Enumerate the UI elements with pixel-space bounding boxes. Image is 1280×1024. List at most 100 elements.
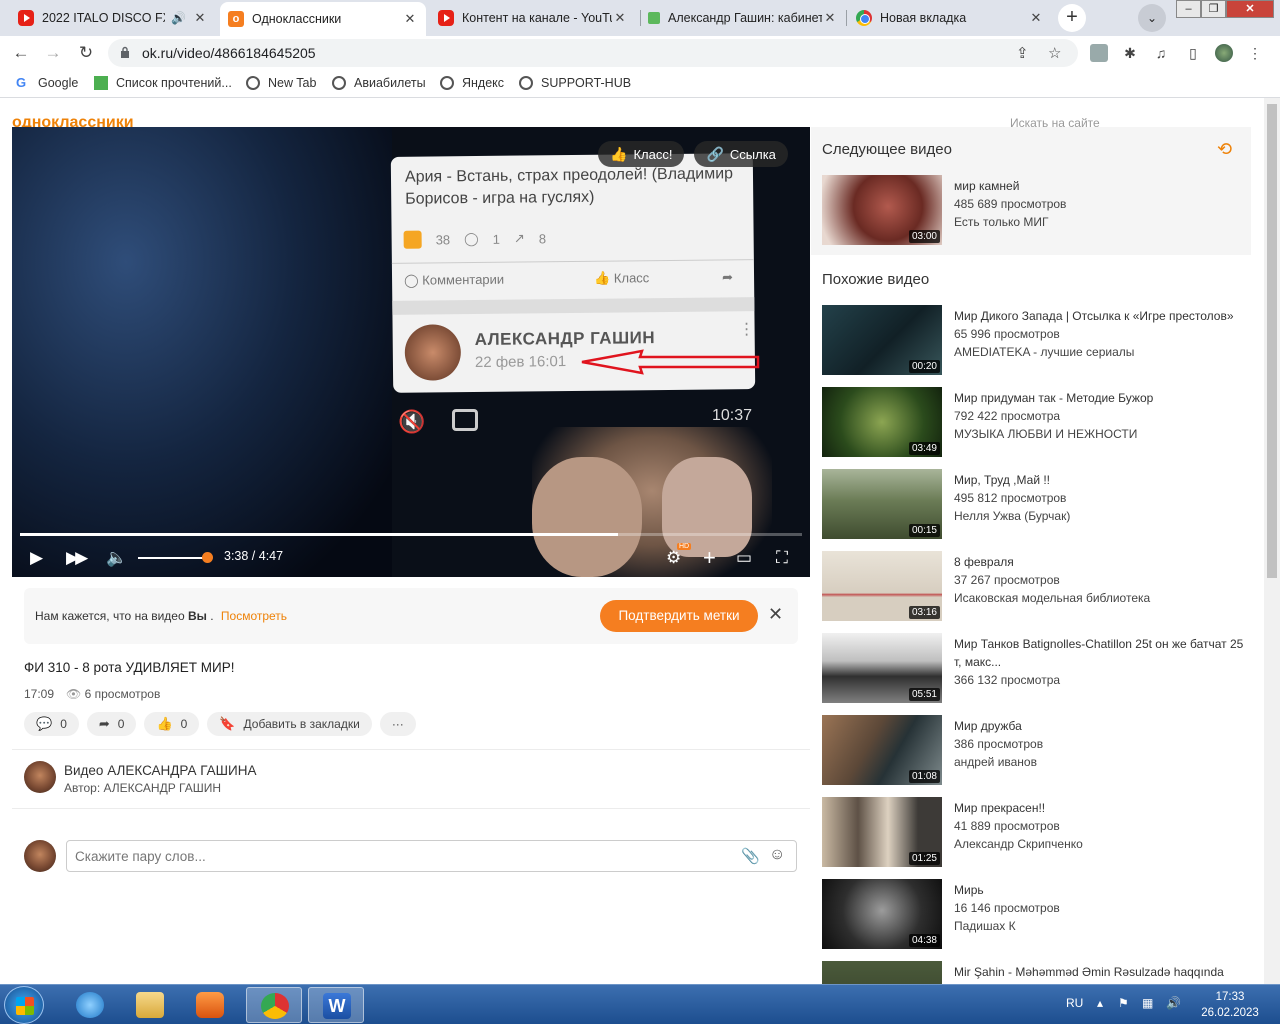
bookmark-button[interactable]: 🔖 Добавить в закладки	[207, 712, 372, 736]
comments-button[interactable]: 💬 0	[24, 712, 79, 736]
video-title[interactable]: Мир придуман так - Методие Бужор	[954, 389, 1244, 407]
tab-new-tab[interactable]: Новая вкладка ✕	[848, 4, 1052, 32]
bookmark-new-tab[interactable]: New Tab	[246, 76, 316, 90]
look-link[interactable]: Посмотреть	[221, 609, 287, 623]
smiley-icon[interactable]: ☺	[769, 846, 785, 864]
add-icon[interactable]: +	[703, 545, 716, 571]
volume-icon[interactable]: 🔈	[106, 545, 127, 571]
bookmark-reading-list[interactable]: Список прочтений...	[94, 76, 232, 90]
video-player[interactable]: Ария - Встань, страх преодолей! (Владими…	[12, 127, 810, 577]
similar-video-item[interactable]: 00:20 Мир Дикого Запада | Отсылка к «Игр…	[822, 305, 1242, 377]
volume-knob[interactable]	[202, 552, 213, 563]
similar-video-item[interactable]: 01:08 Мир дружба 386 просмотров андрей и…	[822, 715, 1242, 787]
language-indicator[interactable]: RU	[1066, 996, 1083, 1010]
video-thumbnail[interactable]	[822, 961, 942, 984]
video-channel[interactable]: МУЗЫКА ЛЮБВИ И НЕЖНОСТИ	[954, 425, 1244, 443]
speaker-icon[interactable]: 🔊	[1166, 996, 1181, 1010]
video-title[interactable]: Мир прекрасен!!	[954, 799, 1244, 817]
tray-up-arrow-icon[interactable]: ▴	[1097, 996, 1103, 1010]
minimize-button[interactable]: –	[1176, 0, 1201, 18]
progress-bar[interactable]	[20, 533, 802, 536]
taskbar-clock[interactable]: 17:33 26.02.2023	[1192, 989, 1268, 1021]
video-title[interactable]: Мир, Труд ,Май !!	[954, 471, 1244, 489]
fullscreen-icon[interactable]: ⛶	[776, 545, 788, 571]
video-channel[interactable]: Нелля Ужва (Бурчак)	[954, 507, 1244, 525]
extension-profile-icon[interactable]	[1090, 44, 1108, 62]
lock-icon[interactable]	[120, 46, 130, 58]
close-icon[interactable]: ✕	[402, 11, 418, 27]
video-thumbnail[interactable]: 03:16	[822, 551, 942, 621]
similar-video-item[interactable]: 05:51 Мир Танков Batignolles-Chatillon 2…	[822, 633, 1244, 705]
similar-video-item[interactable]: 01:25 Мир прекрасен!! 41 889 просмотров …	[822, 797, 1242, 869]
video-title[interactable]: Мир дружба	[954, 717, 1244, 735]
profile-avatar[interactable]	[1215, 44, 1233, 62]
bookmark-google[interactable]: G Google	[16, 76, 78, 91]
close-icon[interactable]: ✕	[768, 604, 783, 625]
video-title[interactable]: Мирь	[954, 881, 1244, 899]
video-channel[interactable]: Исаковская модельная библиотека	[954, 589, 1244, 607]
next-icon[interactable]: ▶▶	[66, 545, 88, 571]
video-title[interactable]: Мир Дикого Запада | Отсылка к «Игре прес…	[954, 307, 1244, 325]
side-panel-icon[interactable]: ▯	[1184, 44, 1202, 62]
video-thumbnail[interactable]: 00:20	[822, 305, 942, 375]
similar-video-item[interactable]: 03:16 8 февраля 37 267 просмотров Исаков…	[822, 551, 1242, 623]
comment-input[interactable]	[75, 847, 725, 865]
close-icon[interactable]: ✕	[192, 10, 208, 26]
video-thumbnail[interactable]: 04:38	[822, 879, 942, 949]
video-thumbnail[interactable]: 03:49	[822, 387, 942, 457]
taskbar-chrome[interactable]	[246, 987, 302, 1023]
taskbar-word[interactable]: W	[308, 987, 364, 1023]
forward-arrow-icon[interactable]: →	[40, 40, 66, 66]
puzzle-icon[interactable]: ✱	[1121, 44, 1139, 62]
window-close-button[interactable]: ✕	[1226, 0, 1274, 18]
tab-search-chevron-icon[interactable]: ⌄	[1138, 4, 1166, 32]
speaker-icon[interactable]: 🔊	[171, 11, 186, 25]
video-title[interactable]: Mir Şahin - Məhəmməd Əmin Rəsulzadə haqq…	[954, 963, 1244, 981]
comment-box[interactable]: 📎 ☺	[66, 840, 797, 872]
class-button[interactable]: 👍 Класс!	[598, 141, 685, 167]
author-video-link[interactable]: Видео АЛЕКСАНДРА ГАШИНА	[64, 763, 257, 778]
video-thumbnail[interactable]: 03:00	[822, 175, 942, 245]
confirm-tags-button[interactable]: Подтвердить метки	[600, 600, 758, 632]
scrollbar-thumb[interactable]	[1267, 104, 1277, 578]
back-arrow-icon[interactable]: ←	[8, 40, 34, 66]
autoplay-loop-icon[interactable]: ⟲	[1217, 139, 1232, 160]
new-tab-button[interactable]: +	[1058, 4, 1086, 32]
flag-icon[interactable]: ⚑	[1118, 996, 1129, 1010]
video-channel[interactable]: Падишах К	[954, 917, 1244, 935]
video-channel[interactable]: андрей иванов	[954, 753, 1244, 771]
mini-player-icon[interactable]: ▭	[736, 545, 752, 571]
video-thumbnail[interactable]: 00:15	[822, 469, 942, 539]
video-channel[interactable]: AMEDIATEKA - лучшие сериалы	[954, 343, 1244, 361]
more-button[interactable]: ···	[379, 712, 416, 736]
close-icon[interactable]: ✕	[612, 10, 628, 26]
video-thumbnail[interactable]: 01:08	[822, 715, 942, 785]
media-control-icon[interactable]: ♫	[1152, 44, 1170, 62]
video-title[interactable]: мир камней	[954, 177, 1244, 195]
start-button[interactable]	[4, 986, 44, 1024]
reload-icon[interactable]: ↻	[73, 40, 99, 66]
bookmark-aviabilety[interactable]: Авиабилеты	[332, 76, 426, 90]
video-thumbnail[interactable]: 05:51	[822, 633, 942, 703]
paperclip-icon[interactable]: 📎	[741, 847, 760, 865]
video-thumbnail[interactable]: 01:25	[822, 797, 942, 867]
similar-video-item[interactable]: Mir Şahin - Məhəmməd Əmin Rəsulzadə haqq…	[822, 961, 1242, 984]
bookmark-yandex[interactable]: Яндекс	[440, 76, 504, 90]
bookmark-support-hub[interactable]: SUPPORT-HUB	[519, 76, 631, 90]
like-button[interactable]: 👍 0	[144, 712, 200, 736]
next-video-item[interactable]: 03:00 мир камней 485 689 просмотров Есть…	[822, 175, 1242, 247]
star-icon[interactable]: ☆	[1048, 44, 1061, 62]
similar-video-item[interactable]: 04:38 Мирь 16 146 просмотров Падишах К	[822, 879, 1242, 951]
similar-video-item[interactable]: 00:15 Мир, Труд ,Май !! 495 812 просмотр…	[822, 469, 1242, 541]
video-channel[interactable]: Есть только МИГ	[954, 213, 1244, 231]
restore-button[interactable]: ❐	[1201, 0, 1226, 18]
similar-video-item[interactable]: 03:49 Мир придуман так - Методие Бужор 7…	[822, 387, 1242, 459]
video-title[interactable]: 8 февраля	[954, 553, 1244, 571]
author-avatar[interactable]	[24, 761, 56, 793]
page-scrollbar[interactable]	[1264, 98, 1280, 984]
tab-italo-disco[interactable]: 2022 ITALO DISCO FX M 🔊 ✕	[10, 4, 216, 32]
video-title[interactable]: Мир Танков Batignolles-Chatillon 25t он …	[954, 635, 1244, 671]
tab-odnoklassniki[interactable]: о Одноклассники ✕	[220, 2, 426, 36]
share-button[interactable]: ➦ 0	[86, 712, 137, 736]
volume-slider[interactable]	[138, 557, 208, 559]
